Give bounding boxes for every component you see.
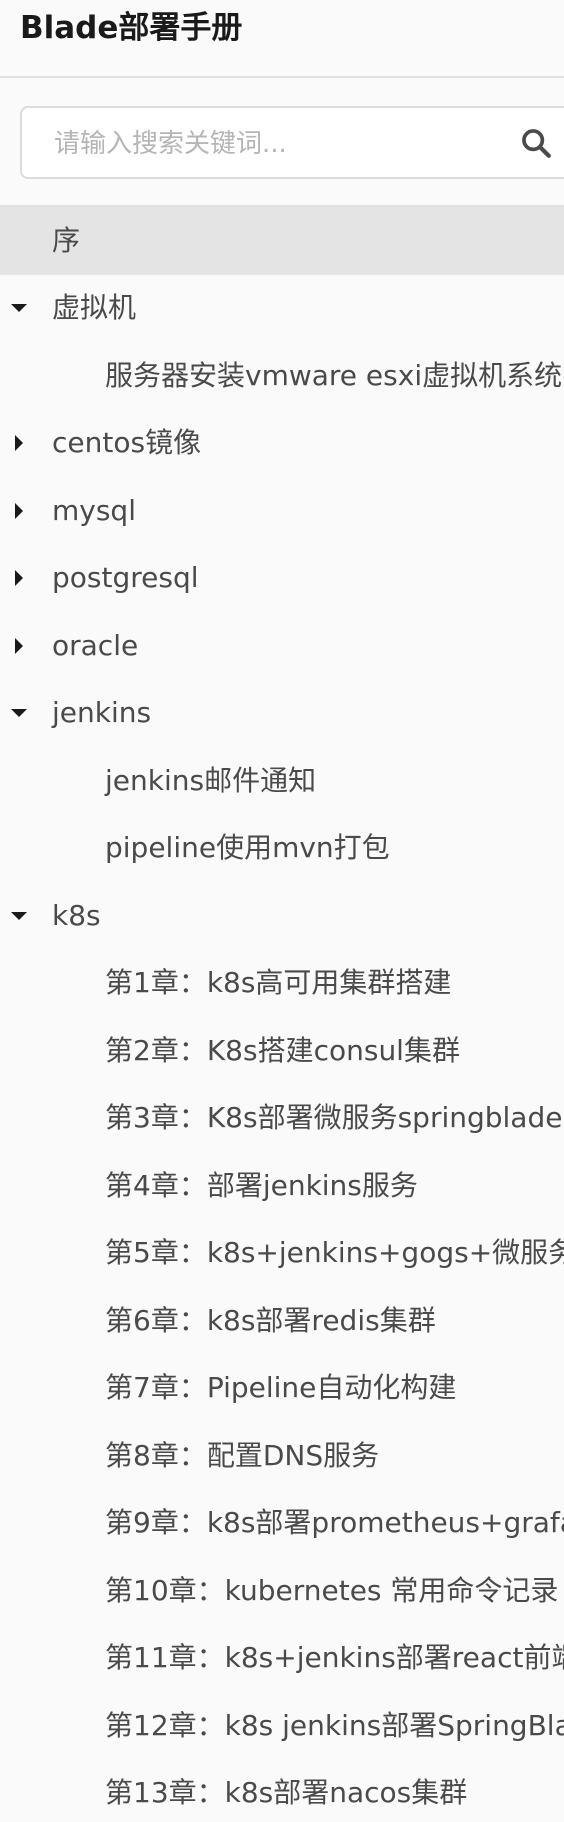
caret-right-icon[interactable] [10,569,28,587]
nav-subitem[interactable]: pipeline使用mvn打包 [0,815,564,883]
nav-item-label: jenkins邮件通知 [105,763,317,797]
nav-subitem[interactable]: 第3章：K8s部署微服务springblade [0,1085,564,1153]
nav-item-label: 第3章：K8s部署微服务springblade [105,1101,563,1135]
nav-item-label: jenkins [52,696,152,730]
search-input[interactable] [52,108,506,179]
nav-item-label: 序 [52,223,81,257]
nav-item-label: 第1章：k8s高可用集群搭建 [105,966,452,1000]
nav-item-label: pipeline使用mvn打包 [105,831,390,865]
nav-subitem[interactable]: 第9章：k8s部署prometheus+grafana [0,1490,564,1558]
nav-item[interactable]: mysql [0,477,564,545]
nav-subitem[interactable]: 服务器安装vmware esxi虚拟机系统 [0,342,564,410]
search-icon[interactable] [519,126,553,160]
caret-right-icon[interactable] [10,637,28,655]
nav-item-label: 第2章：K8s搭建consul集群 [105,1033,460,1067]
nav-item-label: 虚拟机 [52,291,137,325]
nav-subitem[interactable]: 第6章：k8s部署redis集群 [0,1287,564,1355]
nav-subitem[interactable]: 第5章：k8s+jenkins+gogs+微服务 [0,1220,564,1288]
nav-item-label: mysql [52,493,136,527]
nav-subitem[interactable]: 第12章：k8s jenkins部署SpringBlade [0,1692,564,1760]
nav-item-label: 第4章：部署jenkins服务 [105,1168,418,1202]
nav-subitem[interactable]: jenkins邮件通知 [0,747,564,815]
nav-subitem[interactable]: 第2章：K8s搭建consul集群 [0,1017,564,1085]
nav-item-label: 第12章：k8s jenkins部署SpringBlade [105,1708,564,1742]
book-title[interactable]: Blade部署手册 [20,2,242,47]
nav-item-label: 服务器安装vmware esxi虚拟机系统 [105,358,563,392]
nav-subitem[interactable]: 第11章：k8s+jenkins部署react前端 [0,1625,564,1693]
nav-item[interactable]: centos镜像 [0,410,564,478]
chapter-nav: 序虚拟机服务器安装vmware esxi虚拟机系统 centos镜像 mysql po… [0,207,564,1822]
nav-subitem[interactable]: 第13章：k8s部署nacos集群 [0,1760,564,1822]
nav-item-label: 第13章：k8s部署nacos集群 [105,1776,468,1810]
book-header: Blade部署手册 [0,0,564,78]
nav-item-label: 第9章：k8s部署prometheus+grafana [105,1506,564,1540]
nav-item-label: oracle [52,628,139,662]
nav-subitem[interactable]: 第8章：配置DNS服务 [0,1422,564,1490]
search-box [20,106,564,179]
nav-item[interactable]: jenkins [0,680,564,748]
caret-down-icon[interactable] [10,907,28,925]
caret-down-icon[interactable] [10,704,28,722]
search-area [0,78,564,207]
nav-subitem[interactable]: 第10章：kubernetes 常用命令记录 [0,1557,564,1625]
nav-item-label: 第7章：Pipeline自动化构建 [105,1371,457,1405]
nav-item[interactable]: postgresql [0,545,564,613]
nav-subitem[interactable]: 第7章：Pipeline自动化构建 [0,1355,564,1423]
nav-item-label: 第6章：k8s部署redis集群 [105,1303,436,1337]
book-sidebar: Blade部署手册 序虚拟机服务器安装vmware esxi虚拟机系统 cento… [0,0,564,1822]
nav-item[interactable]: oracle [0,612,564,680]
caret-right-icon[interactable] [10,434,28,452]
nav-item-label: 第5章：k8s+jenkins+gogs+微服务 [105,1236,564,1270]
nav-item-label: postgresql [52,561,199,595]
nav-item[interactable]: k8s [0,882,564,950]
caret-down-icon[interactable] [10,299,28,317]
nav-subitem[interactable]: 第4章：部署jenkins服务 [0,1152,564,1220]
nav-item[interactable]: 序 [0,207,564,275]
nav-item-label: centos镜像 [52,426,202,460]
nav-item-label: 第11章：k8s+jenkins部署react前端 [105,1641,564,1675]
nav-item-label: k8s [52,898,101,932]
nav-item-label: 第10章：kubernetes 常用命令记录 [105,1573,559,1607]
caret-right-icon[interactable] [10,502,28,520]
nav-subitem[interactable]: 第1章：k8s高可用集群搭建 [0,950,564,1018]
nav-item[interactable]: 虚拟机 [0,275,564,343]
nav-item-label: 第8章：配置DNS服务 [105,1438,380,1472]
